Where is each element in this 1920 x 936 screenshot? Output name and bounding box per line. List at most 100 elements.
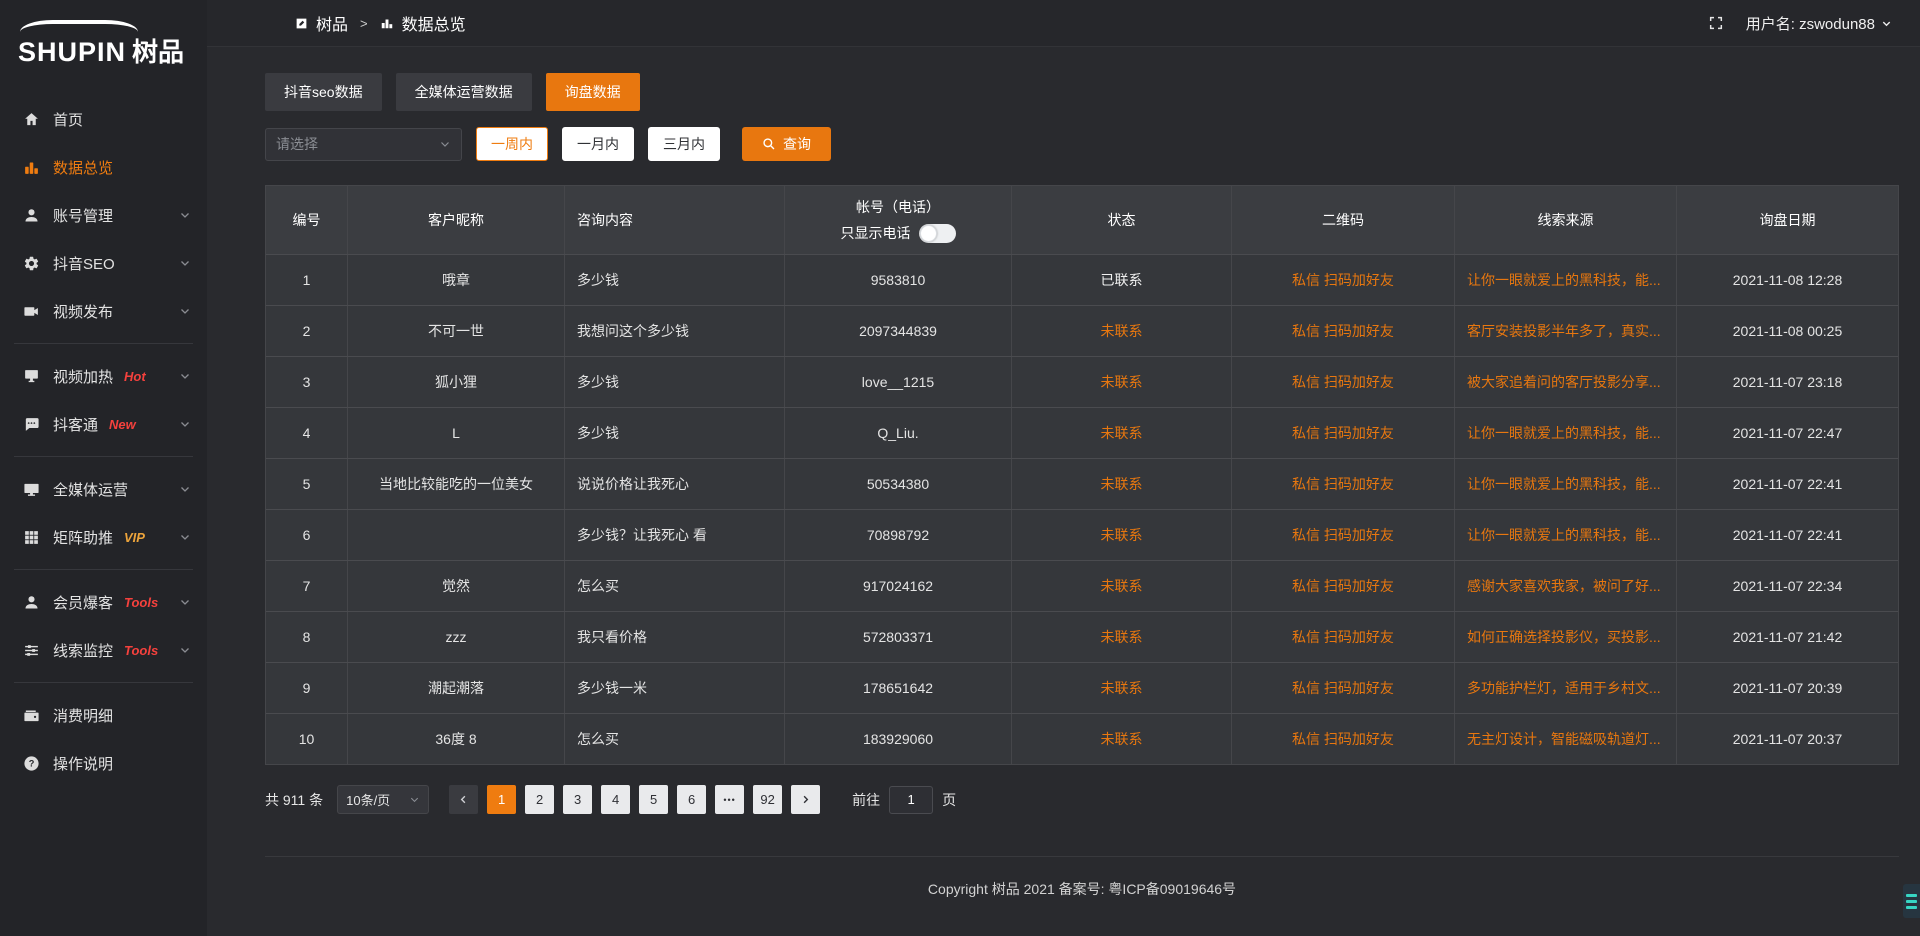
goto-page-input[interactable]	[889, 786, 933, 814]
cell-id: 4	[266, 408, 348, 458]
total-count: 共 911 条	[265, 790, 323, 810]
monitor-icon	[22, 480, 40, 498]
cell-id: 9	[266, 663, 348, 713]
sidebar-item-label: 矩阵助推	[53, 527, 113, 548]
qrcode-link[interactable]: 私信 扫码加好友	[1232, 306, 1455, 356]
chevron-down-icon	[179, 483, 191, 495]
cell-id: 6	[266, 510, 348, 560]
cell-id: 7	[266, 561, 348, 611]
cell-date: 2021-11-07 22:47	[1677, 408, 1898, 458]
qrcode-link[interactable]: 私信 扫码加好友	[1232, 459, 1455, 509]
sidebar-item-instructions[interactable]: ? 操作说明	[0, 739, 207, 787]
page-button-2[interactable]: 2	[525, 785, 554, 814]
page-button-5[interactable]: 5	[639, 785, 668, 814]
cell-nickname: 当地比较能吃的一位美女	[348, 459, 565, 509]
sidebar-item-label: 账号管理	[53, 205, 113, 226]
more-pages-button[interactable]: •••	[715, 785, 744, 814]
page-button-3[interactable]: 3	[563, 785, 592, 814]
source-link[interactable]: 无主灯设计，智能磁吸轨道灯...	[1455, 714, 1677, 764]
fullscreen-icon[interactable]	[1708, 15, 1724, 31]
sidebar-item-label: 首页	[53, 109, 83, 130]
sidebar-item-video-heating[interactable]: 视频加热 Hot	[0, 352, 207, 400]
cell-account: 9583810	[785, 255, 1012, 305]
status-badge: 已联系	[1012, 255, 1232, 305]
qrcode-link[interactable]: 私信 扫码加好友	[1232, 357, 1455, 407]
page-size-value: 10条/页	[346, 790, 390, 809]
source-link[interactable]: 让你一眼就爱上的黑科技，能...	[1455, 459, 1677, 509]
qrcode-link[interactable]: 私信 扫码加好友	[1232, 561, 1455, 611]
qrcode-link[interactable]: 私信 扫码加好友	[1232, 714, 1455, 764]
home-icon	[22, 110, 40, 128]
phone-only-row: 只显示电话	[841, 223, 956, 243]
cell-id: 2	[266, 306, 348, 356]
source-link[interactable]: 让你一眼就爱上的黑科技，能...	[1455, 255, 1677, 305]
qrcode-link[interactable]: 私信 扫码加好友	[1232, 663, 1455, 713]
prev-page-button[interactable]	[449, 785, 478, 814]
range-button-month[interactable]: 一月内	[562, 127, 634, 161]
cell-content: 我想问这个多少钱	[565, 306, 785, 356]
sidebar-item-omni-media[interactable]: 全媒体运营	[0, 465, 207, 513]
page-unit-label: 页	[942, 790, 956, 810]
sidebar-item-home[interactable]: 首页	[0, 95, 207, 143]
cell-date: 2021-11-07 22:41	[1677, 510, 1898, 560]
breadcrumb-root[interactable]: 树品	[316, 11, 348, 35]
page-button-1[interactable]: 1	[487, 785, 516, 814]
sidebar-item-video-publish[interactable]: 视频发布	[0, 287, 207, 335]
status-badge: 未联系	[1012, 408, 1232, 458]
user-menu[interactable]: 用户名: zswodun88	[1746, 13, 1892, 34]
sidebar-item-doketong[interactable]: 抖客通 New	[0, 400, 207, 448]
source-link[interactable]: 让你一眼就爱上的黑科技，能...	[1455, 408, 1677, 458]
cell-date: 2021-11-07 22:34	[1677, 561, 1898, 611]
page-button-92[interactable]: 92	[753, 785, 782, 814]
status-badge: 未联系	[1012, 663, 1232, 713]
sidebar-item-account-mgmt[interactable]: 账号管理	[0, 191, 207, 239]
sidebar-item-consumption-detail[interactable]: 消费明细	[0, 691, 207, 739]
qrcode-link[interactable]: 私信 扫码加好友	[1232, 612, 1455, 662]
source-link[interactable]: 多功能护栏灯，适用于乡村文...	[1455, 663, 1677, 713]
cell-account: 50534380	[785, 459, 1012, 509]
phone-only-toggle[interactable]	[919, 224, 956, 243]
sidebar-item-data-overview[interactable]: 数据总览	[0, 143, 207, 191]
username-label: 用户名: zswodun88	[1746, 13, 1875, 34]
source-link[interactable]: 让你一眼就爱上的黑科技，能...	[1455, 510, 1677, 560]
query-button[interactable]: 查询	[742, 127, 831, 161]
sidebar-item-member-burst[interactable]: 会员爆客 Tools	[0, 578, 207, 626]
source-link[interactable]: 被大家追着问的客厅投影分享...	[1455, 357, 1677, 407]
cell-id: 10	[266, 714, 348, 764]
chevron-down-icon	[179, 644, 191, 656]
cell-content: 多少钱	[565, 408, 785, 458]
col-header-date: 询盘日期	[1677, 186, 1898, 254]
filter-select[interactable]: 请选择	[265, 128, 462, 161]
cell-content: 多少钱	[565, 357, 785, 407]
sidebar-item-matrix-boost[interactable]: 矩阵助推 VIP	[0, 513, 207, 561]
tab-douyin-seo-data[interactable]: 抖音seo数据	[265, 73, 382, 111]
chevron-down-icon	[179, 370, 191, 382]
qrcode-link[interactable]: 私信 扫码加好友	[1232, 510, 1455, 560]
source-link[interactable]: 如何正确选择投影仪，买投影...	[1455, 612, 1677, 662]
sidebar-item-label: 视频加热	[53, 366, 113, 387]
cell-id: 8	[266, 612, 348, 662]
cell-content: 说说价格让我死心	[565, 459, 785, 509]
range-button-quarter[interactable]: 三月内	[648, 127, 720, 161]
qrcode-link[interactable]: 私信 扫码加好友	[1232, 255, 1455, 305]
cell-content: 多少钱？让我死心 看	[565, 510, 785, 560]
col-header-status: 状态	[1012, 186, 1232, 254]
page-button-6[interactable]: 6	[677, 785, 706, 814]
tab-inquiry-data[interactable]: 询盘数据	[546, 73, 640, 111]
sidebar-item-douyin-seo[interactable]: 抖音SEO	[0, 239, 207, 287]
breadcrumb-current: 数据总览	[402, 11, 466, 35]
source-link[interactable]: 感谢大家喜欢我家，被问了好...	[1455, 561, 1677, 611]
range-button-week[interactable]: 一周内	[476, 127, 548, 161]
source-link[interactable]: 客厅安装投影半年多了，真实...	[1455, 306, 1677, 356]
cell-date: 2021-11-07 20:37	[1677, 714, 1898, 764]
cell-date: 2021-11-07 22:41	[1677, 459, 1898, 509]
qrcode-link[interactable]: 私信 扫码加好友	[1232, 408, 1455, 458]
next-page-button[interactable]	[791, 785, 820, 814]
page-size-select[interactable]: 10条/页	[337, 785, 429, 814]
query-button-label: 查询	[783, 134, 811, 154]
sidebar-item-lead-monitor[interactable]: 线索监控 Tools	[0, 626, 207, 674]
tab-omni-media-data[interactable]: 全媒体运营数据	[396, 73, 532, 111]
sidebar-item-label: 线索监控	[53, 640, 113, 661]
floating-widget[interactable]	[1903, 884, 1920, 918]
page-button-4[interactable]: 4	[601, 785, 630, 814]
